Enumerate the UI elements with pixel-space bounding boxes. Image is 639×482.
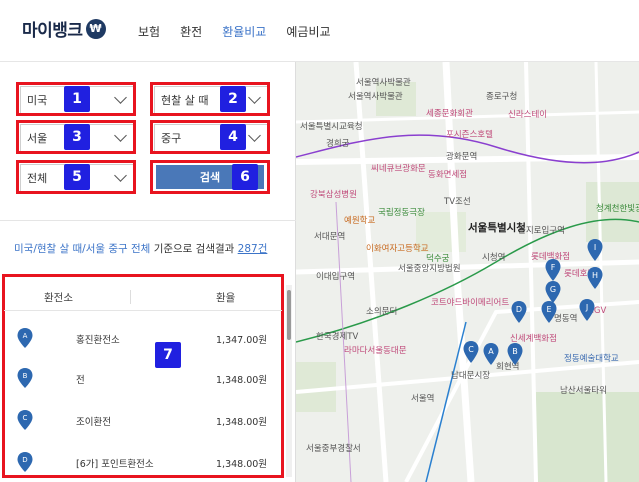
table-row[interactable]: C 조이환전 1,348.00원: [4, 409, 282, 449]
result-summary: 미국/현찰 살 때/서울 중구 전체 기준으로 검색결과 287건: [14, 241, 267, 256]
map-label: 서울역: [411, 394, 435, 404]
map-label: 시청역: [482, 253, 506, 263]
map-label: 코트야드바이메리어트: [431, 298, 510, 308]
main-nav: 보험 환전 환율비교 예금비교: [138, 23, 331, 40]
map-pin-c[interactable]: C: [462, 340, 480, 364]
svg-text:B: B: [512, 347, 518, 356]
svg-text:B: B: [23, 372, 28, 380]
map-label: 이화여자고등학교: [366, 244, 429, 254]
map-view[interactable]: 서울특별시청 종로구청 서울역사박물관 경희궁 세종문화회관 신라스테이 광화문…: [296, 62, 639, 482]
annotation-badge-1: 1: [64, 86, 90, 112]
result-query: 미국/현찰 살 때/서울 중구 전체: [14, 243, 151, 255]
result-suffix: 기준으로 검색결과: [150, 243, 238, 255]
annotation-badge-6: 6: [232, 164, 258, 190]
map-pin-b[interactable]: B: [506, 342, 524, 366]
map-label: 광화문역: [446, 152, 478, 162]
map-label: 씨네큐브광화문: [371, 164, 426, 174]
exchange-name: [6가] 포인트환전소: [76, 459, 154, 470]
nav-item-exchange[interactable]: 환전: [180, 23, 202, 40]
svg-text:D: D: [22, 456, 27, 464]
map-label: 남산서울타워: [560, 386, 607, 396]
table-row[interactable]: A 홍진환전소 1,347.00원: [4, 327, 282, 367]
map-pin-f[interactable]: F: [544, 258, 562, 282]
svg-text:H: H: [592, 271, 598, 280]
map-pin-d[interactable]: D: [510, 300, 528, 324]
nav-item-insurance[interactable]: 보험: [138, 23, 160, 40]
map-label: TV조선: [444, 197, 471, 207]
won-coin-icon: ₩: [85, 18, 106, 39]
map-label: 경희궁: [326, 139, 350, 149]
map-label: 세종문화회관: [426, 109, 473, 119]
map-marker-icon: D: [17, 452, 33, 472]
column-header-rate: 환율: [216, 292, 236, 304]
map-label: 서울역사박물관: [356, 78, 411, 88]
map-label: 강북삼성병원: [310, 190, 357, 200]
map-marker-icon: B: [17, 368, 33, 388]
map-pin-h[interactable]: H: [586, 266, 604, 290]
map-label: 한국경제TV: [316, 332, 359, 342]
map-marker-icon: A: [17, 328, 33, 348]
map-label: 서울역사박물관: [348, 92, 403, 102]
svg-text:D: D: [516, 305, 522, 314]
map-label: 정동예술대학교: [564, 354, 619, 364]
svg-text:G: G: [550, 285, 556, 294]
exchange-name: 조이환전: [76, 417, 111, 428]
map-label: 서울중앙지방법원: [398, 264, 461, 274]
table-header: 환전소 환율: [4, 283, 282, 311]
annotation-box-4: [150, 120, 270, 154]
map-label: 종로구청: [486, 92, 518, 102]
exchange-rate: 1,348.00원: [216, 375, 268, 386]
annotation-badge-4: 4: [220, 124, 246, 150]
exchange-name: 전: [76, 375, 85, 386]
svg-text:A: A: [488, 347, 494, 356]
map-label: 국립정동극장: [378, 208, 425, 218]
table-row[interactable]: B 전 1,348.00원: [4, 367, 282, 407]
map-pin-g[interactable]: G: [544, 280, 562, 304]
svg-text:E: E: [546, 305, 551, 314]
map-pin-j[interactable]: J: [578, 298, 596, 322]
table-row[interactable]: D [6가] 포인트환전소 1,348.00원: [4, 451, 282, 482]
svg-text:C: C: [468, 345, 474, 354]
svg-text:J: J: [585, 303, 588, 312]
map-label: 남대문시장: [451, 371, 491, 381]
header: 마이뱅크 ₩ 보험 환전 환율비교 예금비교: [0, 0, 639, 62]
exchange-name: 홍진환전소: [76, 335, 120, 346]
map-label: 이대입구역: [316, 272, 356, 282]
svg-text:C: C: [23, 414, 28, 422]
logo-text: 마이뱅크: [22, 21, 83, 41]
logo[interactable]: 마이뱅크 ₩: [22, 16, 106, 41]
column-header-exchange: 환전소: [44, 292, 73, 304]
map-label: 라마다서울동대문: [344, 346, 407, 356]
map-label: 을지로입구역: [518, 226, 565, 236]
exchange-rate: 1,348.00원: [216, 417, 268, 428]
map-label: 서울특별시교육청: [300, 122, 363, 132]
annotation-badge-3: 3: [64, 124, 90, 150]
map-label: 신라스테이: [508, 110, 548, 120]
map-pin-i[interactable]: I: [586, 238, 604, 262]
column-separator: [130, 290, 131, 304]
map-label: 서대문역: [314, 232, 346, 242]
annotation-badge-2: 2: [220, 86, 246, 112]
nav-item-deposit-compare[interactable]: 예금비교: [286, 23, 330, 40]
map-label: 소의문터: [366, 307, 398, 317]
map-label: 동화면세점: [428, 170, 468, 180]
nav-item-rate-compare[interactable]: 환율비교: [222, 23, 266, 40]
exchange-rate: 1,347.00원: [216, 335, 268, 346]
annotation-box-2: [150, 82, 270, 116]
map-pin-a[interactable]: A: [482, 342, 500, 366]
svg-text:F: F: [551, 263, 556, 272]
svg-text:I: I: [594, 243, 596, 252]
list-scroll-thumb[interactable]: [287, 290, 291, 340]
exchange-rate: 1,348.00원: [216, 459, 268, 470]
svg-text:A: A: [23, 332, 28, 340]
panel-divider: [0, 220, 296, 221]
map-label: 청계천한빛광장: [596, 204, 639, 214]
map-marker-icon: C: [17, 410, 33, 430]
result-count[interactable]: 287건: [238, 243, 268, 255]
map-label: 포시즌스호텔: [446, 130, 493, 140]
annotation-badge-5: 5: [64, 164, 90, 190]
map-label: 예원학교: [344, 216, 376, 226]
map-label: 서울중부경찰서: [306, 444, 361, 454]
